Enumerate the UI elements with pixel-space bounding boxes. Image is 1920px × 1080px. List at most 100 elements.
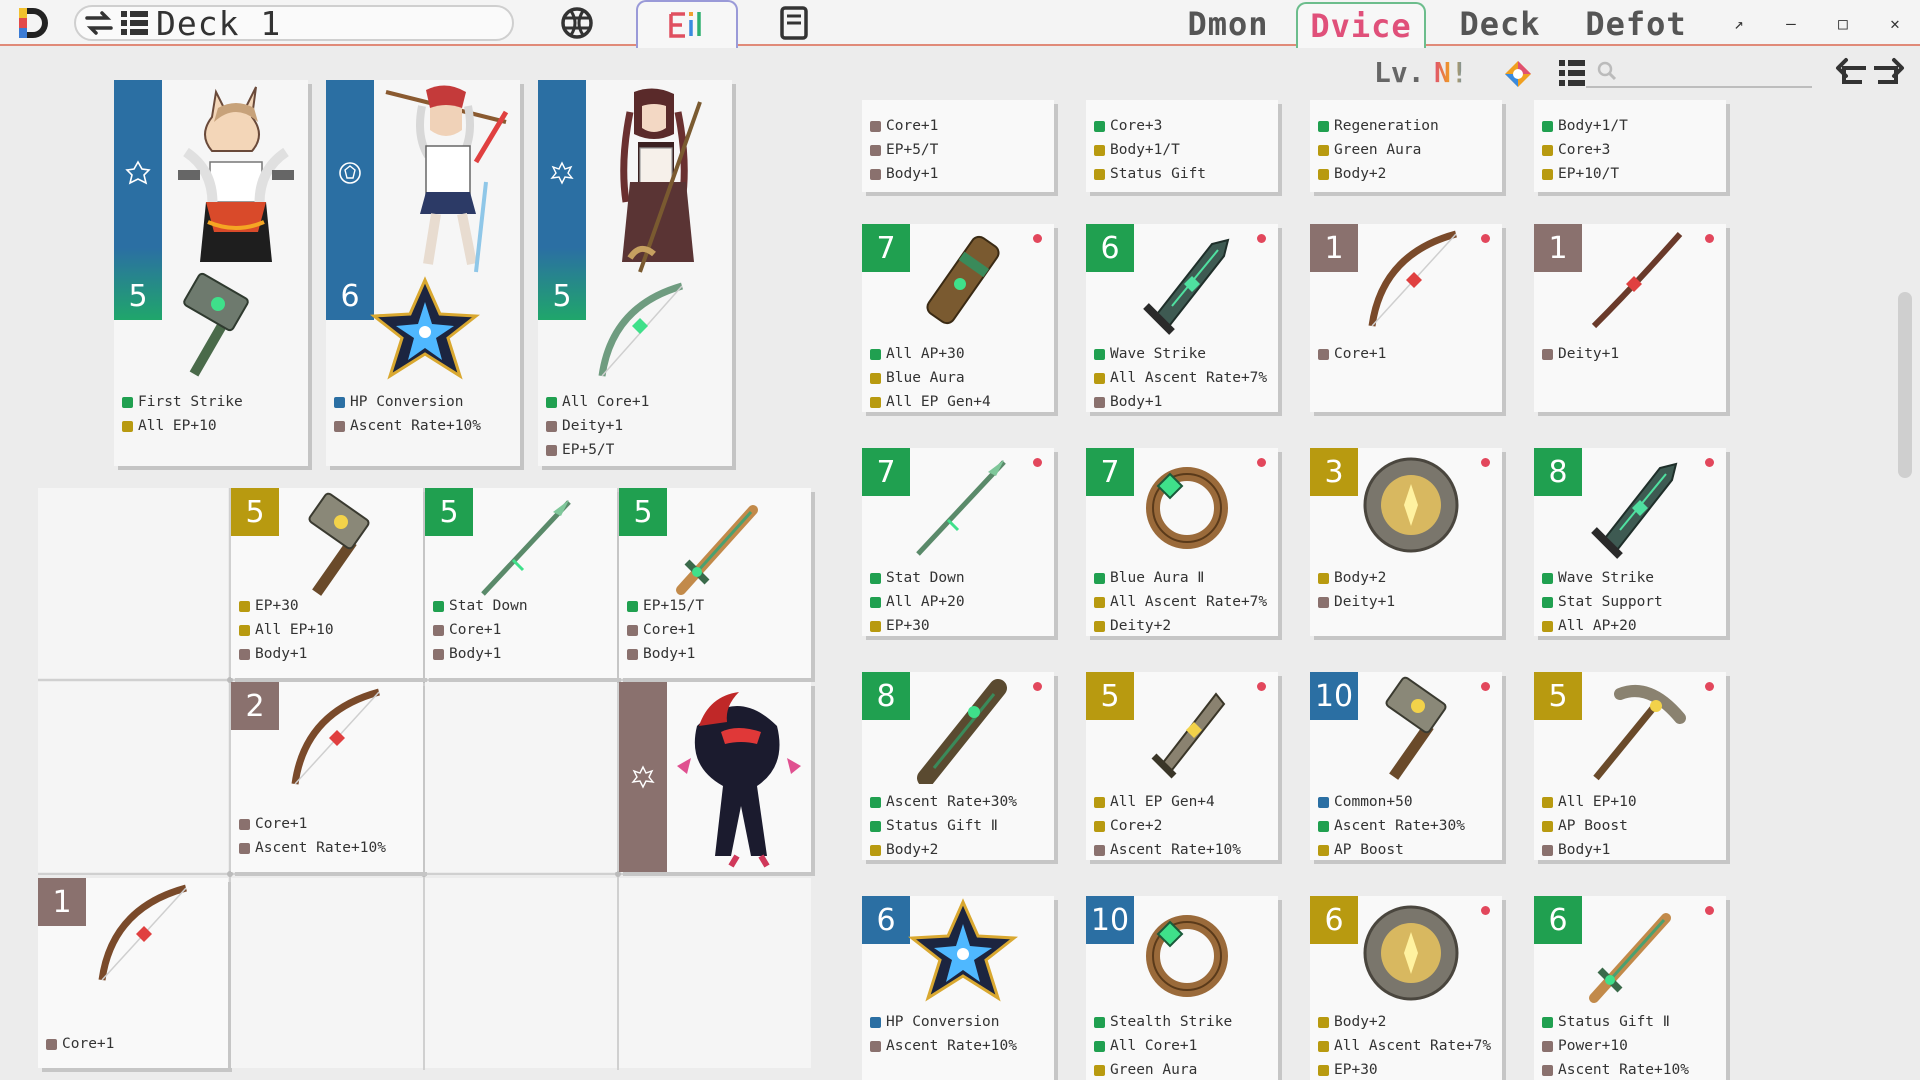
effect-bullet: [870, 572, 881, 584]
new-indicator-dot: [1481, 458, 1490, 467]
grid-item-card[interactable]: 5 EP+15/T Core+1 Body+1: [619, 488, 811, 678]
level-sort-button[interactable]: Lv.: [1374, 56, 1425, 89]
effect-bullet: [1542, 572, 1553, 584]
effect-text: All AP+20: [1558, 618, 1637, 634]
empty-grid-slot[interactable]: [38, 488, 228, 678]
character-level: 5: [128, 279, 148, 314]
empty-grid-slot[interactable]: [619, 878, 811, 1068]
character-card[interactable]: 6 HP Conversion Ascent Rate+10%: [326, 80, 520, 466]
effect-text: Stealth Strike: [1110, 1014, 1233, 1030]
level-value: 5: [245, 494, 265, 530]
character-card[interactable]: 5 First Strike All EP+10: [114, 80, 308, 466]
inventory-item-card[interactable]: Core+1 EP+5/T Body+1: [862, 100, 1054, 192]
inventory-item-card[interactable]: 10 Stealth Strike All Core+1 Green Aura: [1086, 896, 1278, 1080]
level-badge: 5: [425, 488, 473, 536]
inventory-item-card[interactable]: 8 Wave Strike Stat Support All AP+20: [1534, 448, 1726, 636]
notebook-button[interactable]: [774, 6, 814, 40]
effect-text: All Ascent Rate+7%: [1110, 370, 1268, 386]
grid-character-card[interactable]: [619, 682, 811, 872]
inventory-item-card[interactable]: 1 Core+1: [1310, 224, 1502, 412]
inventory-item-card[interactable]: 6 HP Conversion Ascent Rate+10%: [862, 896, 1054, 1080]
inventory-item-card[interactable]: 8 Ascent Rate+30% Status Gift Ⅱ Body+2: [862, 672, 1054, 860]
effect-text: Stat Down: [886, 570, 965, 586]
medallion-icon: [1363, 457, 1459, 553]
top-bar: Deck 1 Dmon Dvice Deck Defot ↗ – □ ✕: [0, 0, 1920, 48]
list-view-icon[interactable]: [1558, 58, 1586, 88]
effects-icon: [669, 12, 701, 38]
effect-bullet: [1094, 844, 1105, 856]
effect-text: All EP+10: [255, 622, 334, 638]
effect-line: EP+30: [1318, 1058, 1491, 1080]
effect-line: All EP+10: [239, 618, 334, 642]
undo-redo-icon[interactable]: [1834, 54, 1906, 88]
tab-dmon[interactable]: Dmon: [1168, 2, 1288, 46]
hammer-icon: [308, 492, 370, 596]
deck-name-field[interactable]: Deck 1: [74, 4, 514, 43]
level-badge: 10: [1086, 896, 1134, 944]
color-filter-icon[interactable]: [1502, 58, 1534, 90]
effect-bullet: [1542, 168, 1553, 180]
level-value: 8: [876, 678, 896, 714]
vertical-scrollbar[interactable]: [1898, 292, 1912, 478]
effect-line: Deity+1: [546, 414, 649, 438]
level-badge: 7: [1086, 448, 1134, 496]
tab-defot[interactable]: Defot: [1574, 2, 1698, 46]
maximize-button[interactable]: □: [1830, 10, 1856, 36]
empty-grid-slot[interactable]: [231, 878, 423, 1068]
list-icon[interactable]: [120, 9, 150, 37]
grid-item-card[interactable]: 2 Core+1 Ascent Rate+10%: [231, 682, 423, 872]
new-filter-button[interactable]: N!: [1434, 56, 1468, 89]
tab-dvice[interactable]: Dvice: [1296, 2, 1426, 48]
inventory-item-card[interactable]: 5 All EP+10 AP Boost Body+1: [1534, 672, 1726, 860]
level-badge: 2: [231, 682, 279, 730]
globe-button[interactable]: [557, 6, 597, 40]
club-icon: [917, 679, 1007, 787]
effect-bullet: [870, 1040, 881, 1052]
effect-line: Core+3: [1542, 138, 1628, 162]
new-filter-label: N!: [1434, 56, 1468, 89]
swap-icon[interactable]: [84, 10, 114, 36]
effect-bullet: [1318, 1064, 1329, 1076]
effect-line: Ascent Rate+30%: [1318, 814, 1465, 838]
grid-item-card[interactable]: 5 Stat Down Core+1 Body+1: [425, 488, 617, 678]
empty-grid-slot[interactable]: [38, 682, 228, 872]
inventory-item-card[interactable]: 7 All AP+30 Blue Aura All EP Gen+4: [862, 224, 1054, 412]
popout-button[interactable]: ↗: [1726, 10, 1752, 36]
effect-bullet: [1094, 1064, 1105, 1076]
minimize-button[interactable]: –: [1778, 10, 1804, 36]
character-card[interactable]: 5 All Core+1 Deity+1 EP+5/T: [538, 80, 732, 466]
effect-line: AP Boost: [1318, 838, 1465, 862]
close-button[interactable]: ✕: [1882, 10, 1908, 36]
effects-view-button[interactable]: [636, 0, 738, 48]
inventory-item-card[interactable]: Regeneration Green Aura Body+2: [1310, 100, 1502, 192]
effect-bullet: [870, 796, 881, 808]
inventory-item-card[interactable]: 6 Status Gift Ⅱ Power+10 Ascent Rate+10%: [1534, 896, 1726, 1080]
effect-bullet: [1094, 168, 1105, 180]
inventory-item-card[interactable]: 5 All EP Gen+4 Core+2 Ascent Rate+10%: [1086, 672, 1278, 860]
inventory-item-card[interactable]: 6 Wave Strike All Ascent Rate+7% Body+1: [1086, 224, 1278, 412]
inventory-item-card[interactable]: 7 Blue Aura Ⅱ All Ascent Rate+7% Deity+2: [1086, 448, 1278, 636]
empty-grid-slot[interactable]: [425, 682, 617, 872]
search-field[interactable]: [1586, 56, 1812, 88]
inventory-item-card[interactable]: 6 Body+2 All Ascent Rate+7% EP+30: [1310, 896, 1502, 1080]
inventory-item-card[interactable]: Body+1/T Core+3 EP+10/T: [1534, 100, 1726, 192]
inventory-item-card[interactable]: 10 Common+50 Ascent Rate+30% AP Boost: [1310, 672, 1502, 860]
level-badge: 7: [862, 224, 910, 272]
grid-item-card[interactable]: 5 EP+30 All EP+10 Body+1: [231, 488, 423, 678]
empty-grid-slot[interactable]: [425, 878, 617, 1068]
inventory-item-card[interactable]: 7 Stat Down All AP+20 EP+30: [862, 448, 1054, 636]
notebook-icon: [780, 6, 808, 40]
new-indicator-dot: [1257, 234, 1266, 243]
inventory-item-card[interactable]: Core+3 Body+1/T Status Gift: [1086, 100, 1278, 192]
effect-line: Deity+1: [1542, 342, 1619, 366]
grid-item-card[interactable]: 1 Core+1: [38, 878, 228, 1068]
effect-line: Core+2: [1094, 814, 1241, 838]
inventory-item-card[interactable]: 3 Body+2 Deity+1: [1310, 448, 1502, 636]
effect-line: Body+1: [1094, 390, 1267, 414]
inventory-item-card[interactable]: 1 Deity+1: [1534, 224, 1726, 412]
tab-deck[interactable]: Deck: [1440, 2, 1560, 46]
effect-bullet: [870, 120, 881, 132]
effect-bullet: [334, 420, 345, 432]
effect-line: Deity+1: [1318, 590, 1395, 614]
gem-icon: [907, 898, 1019, 1002]
